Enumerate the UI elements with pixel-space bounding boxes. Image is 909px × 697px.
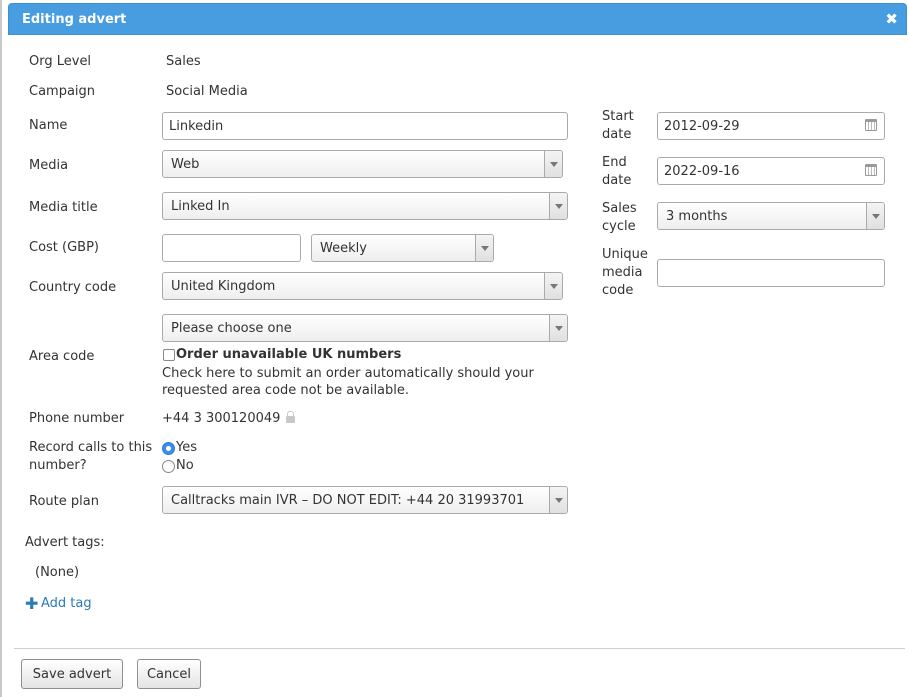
chevron-down-icon xyxy=(549,487,567,513)
record-calls-label-line2: number? xyxy=(29,458,87,473)
sales-cycle-value: 3 months xyxy=(666,209,728,224)
footer-divider xyxy=(14,648,905,649)
editing-advert-dialog: Editing advert ✖ Org Level Sales Campaig… xyxy=(0,0,909,697)
cost-label: Cost (GBP) xyxy=(29,240,100,255)
org-level-label: Org Level xyxy=(29,54,92,69)
cost-frequency-value: Weekly xyxy=(320,241,367,256)
media-select-value: Web xyxy=(171,157,200,172)
org-level-value: Sales xyxy=(166,54,201,69)
end-date-label-line1: End xyxy=(602,155,627,170)
phone-number-value: +44 3 300120049 xyxy=(162,411,281,426)
country-code-label: Country code xyxy=(29,280,117,295)
area-code-select[interactable]: Please choose one xyxy=(162,314,568,342)
media-title-select-value: Linked In xyxy=(171,199,230,214)
start-date-label-line1: Start xyxy=(602,109,634,124)
order-unavailable-label: Order unavailable UK numbers xyxy=(176,347,402,362)
route-plan-label: Route plan xyxy=(29,494,99,509)
route-plan-value: Calltracks main IVR – DO NOT EDIT: +44 2… xyxy=(171,493,525,508)
unique-media-code-label-line1: Unique xyxy=(602,247,648,262)
end-date-label-line2: date xyxy=(602,173,632,188)
calendar-icon[interactable] xyxy=(865,164,877,176)
start-date-input[interactable] xyxy=(657,112,885,140)
sales-cycle-select[interactable]: 3 months xyxy=(657,202,885,230)
dialog-title: Editing advert xyxy=(22,12,127,27)
chevron-down-icon xyxy=(549,193,567,219)
cost-input[interactable] xyxy=(162,234,301,262)
sales-cycle-label-line2: cycle xyxy=(602,219,636,234)
campaign-label: Campaign xyxy=(29,84,96,99)
add-tag-link[interactable]: Add tag xyxy=(41,595,92,613)
phone-number-label: Phone number xyxy=(29,411,125,426)
chevron-down-icon xyxy=(544,151,562,177)
country-code-select[interactable]: United Kingdom xyxy=(162,272,563,300)
route-plan-select[interactable]: Calltracks main IVR – DO NOT EDIT: +44 2… xyxy=(162,486,568,514)
order-help-line2: requested area code not be available. xyxy=(162,383,410,398)
area-code-value: Please choose one xyxy=(171,321,292,336)
media-label: Media xyxy=(29,158,69,173)
chevron-down-icon xyxy=(475,235,493,261)
media-title-select[interactable]: Linked In xyxy=(162,192,568,220)
country-code-value: United Kingdom xyxy=(171,279,276,294)
record-calls-yes-label: Yes xyxy=(176,440,197,455)
calendar-icon[interactable] xyxy=(865,119,877,131)
end-date-wrapper xyxy=(657,157,885,185)
order-help-line1: Check here to submit an order automatica… xyxy=(162,366,534,381)
save-advert-button[interactable]: Save advert xyxy=(21,659,123,689)
record-calls-label-line1: Record calls to this xyxy=(29,440,153,455)
chevron-down-icon xyxy=(544,273,562,299)
name-input[interactable] xyxy=(162,112,568,140)
close-icon[interactable]: ✖ xyxy=(885,10,898,28)
record-calls-no-label: No xyxy=(176,458,194,473)
name-label: Name xyxy=(29,118,68,133)
start-date-wrapper xyxy=(657,112,885,140)
unique-media-code-label-line2: media xyxy=(602,265,643,280)
advert-tags-label: Advert tags: xyxy=(25,535,105,550)
tags-none-text: (None) xyxy=(35,565,80,580)
end-date-input[interactable] xyxy=(657,157,885,185)
campaign-value: Social Media xyxy=(166,84,248,99)
chevron-down-icon xyxy=(549,315,567,341)
sales-cycle-label-line1: Sales xyxy=(602,201,637,216)
cost-frequency-select[interactable]: Weekly xyxy=(311,234,494,262)
media-title-label: Media title xyxy=(29,200,98,215)
record-calls-yes-radio[interactable] xyxy=(162,442,175,455)
start-date-label-line2: date xyxy=(602,127,632,142)
area-code-label: Area code xyxy=(29,349,95,364)
order-unavailable-checkbox[interactable] xyxy=(163,349,175,361)
media-select[interactable]: Web xyxy=(162,150,563,178)
chevron-down-icon xyxy=(866,203,884,229)
unique-media-code-label-line3: code xyxy=(602,283,634,298)
cancel-button[interactable]: Cancel xyxy=(137,659,201,689)
plus-icon[interactable]: ✚ xyxy=(25,596,38,612)
dialog-titlebar: Editing advert ✖ xyxy=(8,3,907,35)
unique-media-code-input[interactable] xyxy=(657,259,885,287)
lock-icon xyxy=(286,411,295,423)
record-calls-no-radio[interactable] xyxy=(162,460,175,473)
